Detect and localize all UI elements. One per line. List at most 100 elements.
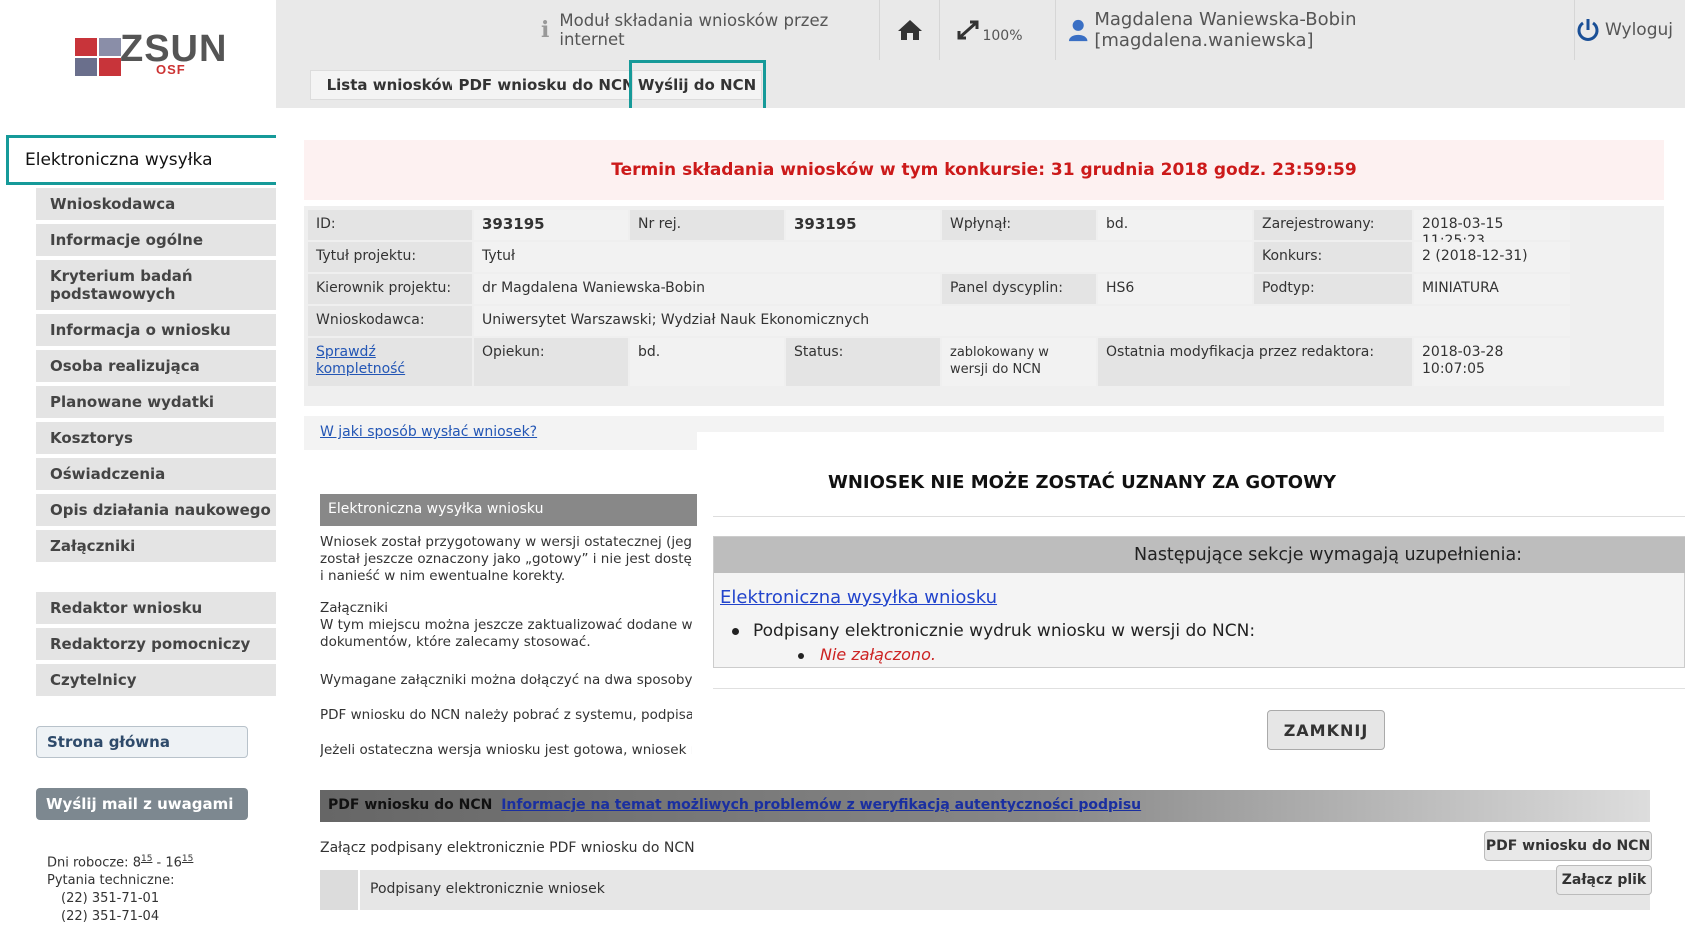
missing-sections-header: Następujące sekcje wymagają uzupełnienia…: [714, 537, 1685, 573]
logo-mark-icon: [75, 38, 121, 76]
sidebar-item-oswiadczenia[interactable]: Oświadczenia: [36, 458, 276, 492]
pdf-section-title: PDF wniosku do NCN: [328, 797, 493, 813]
ew-paragraph-4: PDF wniosku do NCN należy pobrać z syste…: [320, 707, 692, 723]
ew-paragraph-5: Jeżeli ostateczna wersja wniosku jest go…: [320, 742, 692, 758]
logo-subtext: OSF: [156, 62, 186, 77]
sidebar-item-planowane-wydatki[interactable]: Planowane wydatki: [36, 386, 276, 420]
check-completeness-link[interactable]: Sprawdź kompletność: [316, 344, 405, 377]
zarejestrowany-label: Zarejestrowany:: [1254, 210, 1412, 240]
kierownik-value: dr Magdalena Waniewska-Bobin: [474, 274, 940, 304]
tytul-value: Tytuł: [474, 242, 1252, 272]
panel-label: Panel dyscyplin:: [942, 274, 1096, 304]
sidebar-item-opis-dzialania[interactable]: Opis działania naukowego: [36, 494, 276, 528]
dialog-footer-divider: [713, 688, 1685, 689]
module-info: i Moduł składania wniosków przez interne…: [541, 0, 871, 60]
tytul-label: Tytuł projektu:: [308, 242, 472, 272]
tab-lista-wnioskow[interactable]: Lista wniosków: [310, 70, 472, 100]
user-menu[interactable]: Magdalena Waniewska-Bobin [magdalena.wan…: [1055, 0, 1545, 60]
zoom-level: 100%: [982, 28, 1023, 44]
attach-file-button[interactable]: Załącz plik: [1556, 865, 1652, 895]
pdf-attach-row: Załącz podpisany elektronicznie PDF wnio…: [320, 830, 1650, 866]
sidebar: Elektroniczna wysyłka Wnioskodawca Infor…: [0, 100, 282, 926]
missing-sections-box: Następujące sekcje wymagają uzupełnienia…: [713, 536, 1685, 668]
zarejestrowany-value: 2018-03-15 11:25:23: [1414, 210, 1570, 249]
power-icon: [1577, 19, 1599, 41]
zoom-button[interactable]: 100%: [939, 0, 1039, 60]
wnioskodawca-label: Wnioskodawca:: [308, 306, 472, 336]
send-feedback-button[interactable]: Wyślij mail z uwagami: [36, 788, 248, 820]
info-icon: i: [541, 17, 550, 43]
module-title: Moduł składania wniosków przez internet: [559, 11, 829, 49]
sidebar-item-elektroniczna-wysylka[interactable]: Elektroniczna wysyłka: [6, 135, 282, 185]
konkurs-label: Konkurs:: [1254, 242, 1412, 272]
bullet-icon: [732, 627, 739, 635]
opiekun-value: bd.: [630, 338, 784, 386]
opiekun-label: Opiekun:: [474, 338, 628, 386]
phone-1: (22) 351-71-01: [61, 891, 160, 907]
sidebar-item-kosztorys[interactable]: Kosztorys: [36, 422, 276, 456]
home-button[interactable]: [879, 0, 939, 60]
status-label: Status:: [786, 338, 940, 386]
close-dialog-button[interactable]: ZAMKNIJ: [1267, 710, 1385, 750]
user-icon: [1068, 19, 1088, 42]
tab-highlight-frame: [629, 60, 766, 111]
nr-rej-label: Nr rej.: [630, 210, 784, 240]
podtyp-value: MINIATURA: [1414, 274, 1570, 304]
phone-2: (22) 351-71-04: [61, 909, 160, 925]
sidebar-item-osoba-realizujaca[interactable]: Osoba realizująca: [36, 350, 276, 384]
wplynal-value: bd.: [1098, 210, 1252, 240]
signed-file-row: Podpisany elektronicznie wniosek: [320, 870, 1650, 910]
nr-rej-value: 393195: [786, 210, 940, 240]
podtyp-label: Podtyp:: [1254, 274, 1412, 304]
sidebar-item-informacja-o-wniosku[interactable]: Informacja o wniosku: [36, 314, 276, 348]
missing-item-status: Nie załączono.: [798, 645, 936, 664]
wplynal-label: Wpłynął:: [942, 210, 1096, 240]
sidebar-item-kryterium[interactable]: Kryterium badań podstawowych: [36, 260, 276, 312]
wnioskodawca-value: Uniwersytet Warszawski; Wydział Nauk Eko…: [474, 306, 1570, 336]
sidebar-item-redaktor[interactable]: Redaktor wniosku: [36, 592, 276, 626]
home-icon: [897, 20, 922, 40]
status-value: zablokowany w wersji do NCN: [942, 338, 1096, 386]
pdf-attach-label: Załącz podpisany elektronicznie PDF wnio…: [320, 840, 695, 856]
section-header-pdf: PDF wniosku do NCN Informacje na temat m…: [320, 790, 1650, 822]
pdf-download-button[interactable]: PDF wniosku do NCN: [1484, 831, 1652, 861]
signed-file-label: Podpisany elektronicznie wniosek: [370, 881, 605, 897]
modified-label: Ostatnia modyfikacja przez redaktora:: [1098, 338, 1412, 386]
contact-info: Dni robocze: 815 - 1615 Pytania technicz…: [47, 850, 193, 926]
working-hours: Dni robocze: 815 - 1615: [47, 854, 194, 871]
tab-bar: Lista wniosków PDF wniosku do NCN Wyślij…: [276, 60, 1685, 108]
user-name: Magdalena Waniewska-Bobin [magdalena.wan…: [1094, 9, 1357, 51]
file-row-marker: [320, 870, 360, 910]
sidebar-item-zalaczniki[interactable]: Załączniki: [36, 530, 276, 564]
ew-paragraph-2: Załączniki W tym miejscu można jeszcze za…: [320, 600, 692, 650]
logout-button[interactable]: Wyloguj: [1574, 0, 1685, 60]
dialog-divider: [713, 516, 1685, 517]
home-page-button[interactable]: Strona główna: [36, 726, 248, 758]
modified-value: 2018-03-28 10:07:05: [1414, 338, 1570, 386]
id-value: 393195: [474, 210, 628, 240]
dialog-title: WNIOSEK NIE MOŻE ZOSTAĆ UZNANY ZA GOTOWY: [828, 472, 1336, 493]
sidebar-item-czytelnicy[interactable]: Czytelnicy: [36, 664, 276, 698]
konkurs-value: 2 (2018-12-31): [1414, 242, 1570, 272]
top-bar: i Moduł składania wniosków przez interne…: [276, 0, 1685, 60]
app-logo: ZSUN OSF: [0, 0, 276, 100]
sidebar-item-redaktorzy-pomocniczy[interactable]: Redaktorzy pomocniczy: [36, 628, 276, 662]
bullet-icon: [798, 652, 804, 659]
ew-paragraph-1: Wniosek został przygotowany w wersji ost…: [320, 534, 692, 584]
tab-pdf-wniosku[interactable]: PDF wniosku do NCN: [452, 70, 642, 100]
kierownik-label: Kierownik projektu:: [308, 274, 472, 304]
application-info-table: ID: 393195 Nr rej. 393195 Wpłynął: bd. Z…: [304, 206, 1664, 406]
signature-problems-link[interactable]: Informacje na temat możliwych problemów …: [501, 797, 1141, 813]
panel-value: HS6: [1098, 274, 1252, 304]
missing-section-link[interactable]: Elektroniczna wysyłka wniosku: [720, 587, 997, 608]
sidebar-item-informacje-ogolne[interactable]: Informacje ogólne: [36, 224, 276, 258]
not-ready-dialog: WNIOSEK NIE MOŻE ZOSTAĆ UZNANY ZA GOTOWY…: [697, 432, 1685, 774]
missing-item: Podpisany elektronicznie wydruk wniosku …: [732, 621, 1255, 641]
how-to-send-link[interactable]: W jaki sposób wysłać wniosek?: [320, 424, 537, 440]
sidebar-item-label: Kryterium badań podstawowych: [50, 267, 193, 303]
expand-icon: [957, 20, 979, 40]
id-label: ID:: [308, 210, 472, 240]
deadline-banner: Termin składania wniosków w tym konkursi…: [304, 140, 1664, 200]
sidebar-item-wnioskodawca[interactable]: Wnioskodawca: [36, 188, 276, 222]
tech-questions-label: Pytania techniczne:: [47, 873, 175, 889]
